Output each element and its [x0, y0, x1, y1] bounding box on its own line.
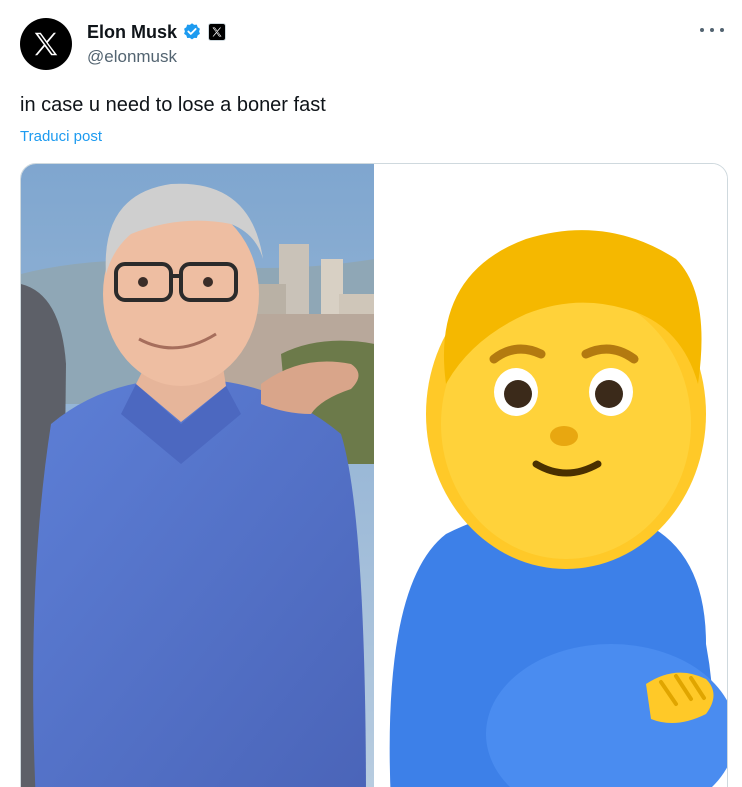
pregnant-man-emoji[interactable] [374, 164, 727, 787]
author-handle[interactable]: @elonmusk [87, 47, 226, 67]
author-name[interactable]: Elon Musk [87, 22, 177, 43]
verified-badge-icon [184, 23, 200, 40]
post-media[interactable] [20, 163, 728, 787]
photo-man-blue-polo[interactable] [21, 164, 374, 787]
translate-post-link[interactable]: Traduci post [20, 128, 102, 145]
x-logo-icon [34, 32, 58, 56]
x-affiliation-icon[interactable] [208, 23, 227, 41]
post-header: Elon Musk @elonmusk [20, 18, 227, 70]
post-text: in case u need to lose a boner fast [20, 94, 326, 116]
more-options-icon[interactable] [700, 20, 724, 40]
avatar[interactable] [20, 18, 72, 70]
